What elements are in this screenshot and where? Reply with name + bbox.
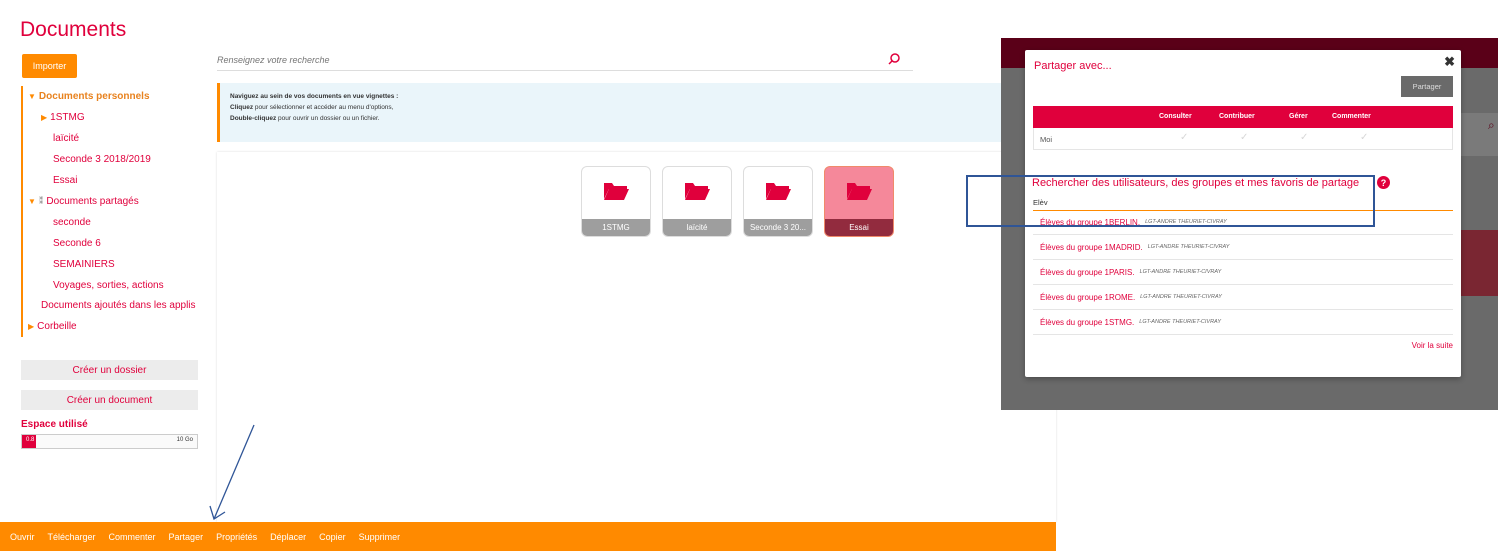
action-comment[interactable]: Commenter <box>109 532 156 542</box>
action-download[interactable]: Télécharger <box>48 532 96 542</box>
col-gerer: Gérer <box>1289 113 1308 120</box>
documents-app: Documents Importer ▼ Documents personnels… <box>0 0 1056 551</box>
action-share[interactable]: Partager <box>169 532 204 542</box>
tree-item-seconde[interactable]: seconde <box>23 212 199 233</box>
info-box: Naviguez au sein de vos documents en vue… <box>217 83 1056 142</box>
result-item[interactable]: Élèves du groupe 1STMG. LGT-ANDRE THEURIE… <box>1033 310 1453 335</box>
col-consulter: Consulter <box>1159 113 1192 120</box>
action-copy[interactable]: Copier <box>319 532 346 542</box>
action-open[interactable]: Ouvrir <box>10 532 35 542</box>
close-icon[interactable]: ✖ <box>1444 54 1455 70</box>
check-icon[interactable]: ✓ <box>1360 132 1368 143</box>
dialog-title: Partager avec... <box>1034 60 1112 72</box>
background-search-icon: ⌕ <box>1488 118 1495 132</box>
user-search-input[interactable] <box>1033 195 1453 211</box>
check-icon[interactable]: ✓ <box>1180 132 1188 143</box>
tree-item-semainiers[interactable]: SEMAINIERS <box>23 254 199 275</box>
search-input[interactable] <box>217 55 877 65</box>
result-item[interactable]: Élèves du groupe 1PARIS. LGT-ANDRE THEURI… <box>1033 260 1453 285</box>
share-dialog-screenshot: ⌕ Partager avec... ✖ Partager Consulter … <box>1001 38 1498 410</box>
folder-icon <box>603 181 629 206</box>
action-move[interactable]: Déplacer <box>270 532 306 542</box>
folder-card-essai[interactable]: Essai <box>824 166 894 237</box>
tree-documents-partages[interactable]: ▼ ⁑ Documents partagés <box>23 191 199 212</box>
folder-icon <box>765 181 791 206</box>
col-commenter: Commenter <box>1332 113 1371 120</box>
folder-label: Seconde 3 20... <box>744 219 812 236</box>
folder-card-seconde3[interactable]: Seconde 3 20... <box>743 166 813 237</box>
permissions-header: Consulter Contribuer Gérer Commenter <box>1033 106 1453 128</box>
info-line-2: Cliquez pour sélectionner et accéder au … <box>230 104 394 111</box>
info-line-1: Naviguez au sein de vos documents en vue… <box>230 93 399 100</box>
info-line-3: Double-cliquez pour ouvrir un dossier ou… <box>230 115 380 122</box>
caret-down-icon: ▼ <box>28 197 36 206</box>
space-used-label: Espace utilisé <box>21 419 88 430</box>
tree-documents-personnels[interactable]: ▼ Documents personnels <box>23 86 199 107</box>
col-contribuer: Contribuer <box>1219 113 1255 120</box>
tree-documents-applis[interactable]: Documents ajoutés dans les applis <box>23 296 199 316</box>
result-item[interactable]: Élèves du groupe 1ROME. LGT-ANDRE THEURIE… <box>1033 285 1453 310</box>
folder-card-laicite[interactable]: laïcité <box>662 166 732 237</box>
tree-item-seconde3[interactable]: Seconde 3 2018/2019 <box>23 149 199 170</box>
space-used-value: 0.8 <box>26 437 35 443</box>
folder-icon <box>684 181 710 206</box>
tree-item-essai[interactable]: Essai <box>23 170 199 191</box>
help-icon[interactable]: ? <box>1377 176 1390 189</box>
see-more-link[interactable]: Voir la suite <box>1412 341 1453 350</box>
search-users-title: Rechercher des utilisateurs, des groupes… <box>1032 177 1360 189</box>
share-dialog: Partager avec... ✖ Partager Consulter Co… <box>1025 50 1461 377</box>
permissions-row: Moi ✓ ✓ ✓ ✓ <box>1033 128 1453 150</box>
folder-card-1stmg[interactable]: 1STMG <box>581 166 651 237</box>
create-document-button[interactable]: Créer un document <box>21 390 198 410</box>
tree-item-seconde6[interactable]: Seconde 6 <box>23 233 199 254</box>
background-folder-card <box>1456 230 1498 296</box>
check-icon[interactable]: ✓ <box>1300 132 1308 143</box>
caret-right-icon: ▶ <box>28 322 35 331</box>
share-button[interactable]: Partager <box>1401 76 1453 97</box>
tree-item-voyages[interactable]: Voyages, sorties, actions <box>23 275 199 296</box>
folder-label: laïcité <box>663 219 731 236</box>
space-total-value: 10 Go <box>176 437 193 443</box>
search-results: Élèves du groupe 1BERLIN. LGT-ANDRE THEUR… <box>1033 210 1453 335</box>
folder-label: Essai <box>825 219 893 236</box>
action-bar: Ouvrir Télécharger Commenter Partager Pr… <box>0 522 1056 551</box>
result-item[interactable]: Élèves du groupe 1MADRID. LGT-ANDRE THEUR… <box>1033 235 1453 260</box>
space-used-bar: 0.8 10 Go <box>21 434 198 449</box>
search-row <box>217 52 913 71</box>
tree-item-1stmg[interactable]: ▶ 1STMG <box>23 107 199 128</box>
result-item[interactable]: Élèves du groupe 1BERLIN. LGT-ANDRE THEUR… <box>1033 210 1453 235</box>
page-title: Documents <box>20 18 127 41</box>
folder-icon <box>846 181 872 206</box>
share-icon: ⁑ <box>38 196 44 206</box>
tree-item-laicite[interactable]: laïcité <box>23 128 199 149</box>
permissions-table: Consulter Contribuer Gérer Commenter Moi… <box>1033 106 1453 150</box>
import-button[interactable]: Importer <box>22 54 77 78</box>
row-user: Moi <box>1040 135 1053 144</box>
tree-corbeille[interactable]: ▶ Corbeille <box>23 316 199 337</box>
create-folder-button[interactable]: Créer un dossier <box>21 360 198 380</box>
search-icon[interactable] <box>887 52 901 71</box>
action-delete[interactable]: Supprimer <box>359 532 401 542</box>
documents-grid: 1STMG laïcité Seconde 3 20... Essai <box>217 152 1056 522</box>
action-properties[interactable]: Propriétés <box>216 532 257 542</box>
check-icon[interactable]: ✓ <box>1240 132 1248 143</box>
caret-right-icon: ▶ <box>41 113 48 122</box>
caret-down-icon: ▼ <box>28 92 36 101</box>
folder-label: 1STMG <box>582 219 650 236</box>
folder-tree: ▼ Documents personnels ▶ 1STMG laïcité Sec… <box>21 86 199 337</box>
